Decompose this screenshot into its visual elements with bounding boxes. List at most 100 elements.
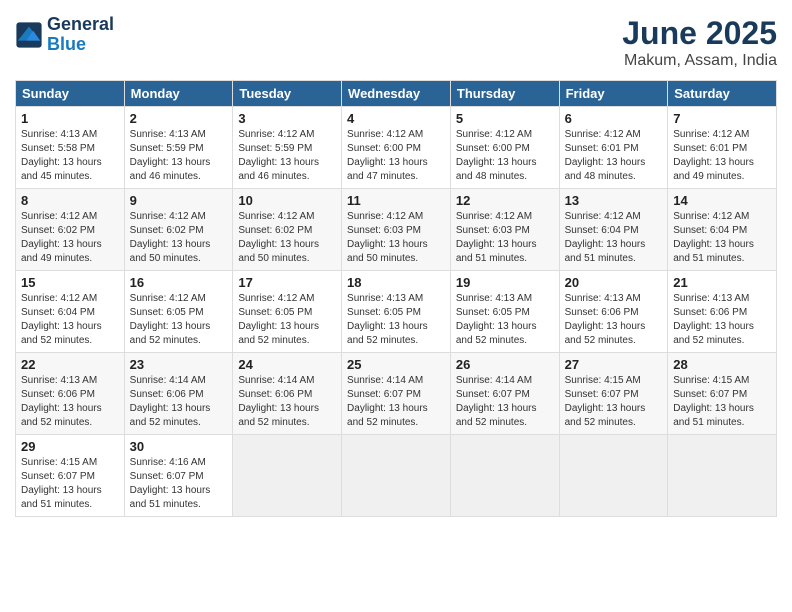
calendar-week-row: 15Sunrise: 4:12 AM Sunset: 6:04 PM Dayli… — [16, 271, 777, 353]
calendar-day-cell: 29 Sunrise: 4:15 AM Sunset: 6:07 PM Dayli… — [16, 435, 125, 517]
logo: General Blue — [15, 15, 114, 55]
day-number: 11 — [347, 193, 445, 208]
calendar-day-cell — [450, 435, 559, 517]
calendar-day-cell: 24Sunrise: 4:14 AM Sunset: 6:06 PM Dayli… — [233, 353, 342, 435]
day-info: Sunrise: 4:12 AM Sunset: 6:01 PM Dayligh… — [565, 128, 663, 184]
day-info: Sunrise: 4:12 AM Sunset: 6:00 PM Dayligh… — [456, 128, 554, 184]
calendar-day-cell: 17 Sunrise: 4:12 AM Sunset: 6:05 PM Dayli… — [233, 271, 342, 353]
weekday-header-row: SundayMondayTuesdayWednesdayThursdayFrid… — [16, 81, 777, 107]
day-info: Sunrise: 4:12 AM Sunset: 6:00 PM Dayligh… — [347, 128, 445, 184]
calendar-day-cell: 11 Sunrise: 4:12 AM Sunset: 6:03 PM Dayli… — [342, 189, 451, 271]
calendar-day-cell: 2Sunrise: 4:13 AM Sunset: 5:59 PM Daylig… — [124, 107, 233, 189]
calendar-day-cell: 19 Sunrise: 4:13 AM Sunset: 6:05 PM Dayli… — [450, 271, 559, 353]
calendar-day-cell: 4 Sunrise: 4:12 AM Sunset: 6:00 PM Daylig… — [342, 107, 451, 189]
day-number: 14 — [673, 193, 771, 208]
day-number: 27 — [565, 357, 663, 372]
day-info: Sunrise: 4:12 AM Sunset: 6:05 PM Dayligh… — [130, 292, 228, 348]
header: General Blue June 2025 Makum, Assam, Ind… — [15, 15, 777, 70]
logo-text: General Blue — [47, 15, 114, 55]
day-number: 21 — [673, 275, 771, 290]
calendar-day-cell — [559, 435, 668, 517]
day-info: Sunrise: 4:12 AM Sunset: 6:02 PM Dayligh… — [130, 210, 228, 266]
calendar-day-cell: 18 Sunrise: 4:13 AM Sunset: 6:05 PM Dayli… — [342, 271, 451, 353]
day-info: Sunrise: 4:13 AM Sunset: 6:05 PM Dayligh… — [456, 292, 554, 348]
calendar-day-cell: 25Sunrise: 4:14 AM Sunset: 6:07 PM Dayli… — [342, 353, 451, 435]
weekday-header-cell: Tuesday — [233, 81, 342, 107]
location-subtitle: Makum, Assam, India — [622, 52, 777, 70]
calendar-body: 1Sunrise: 4:13 AM Sunset: 5:58 PM Daylig… — [16, 107, 777, 517]
day-number: 17 — [238, 275, 336, 290]
calendar-day-cell: 15Sunrise: 4:12 AM Sunset: 6:04 PM Dayli… — [16, 271, 125, 353]
day-info: Sunrise: 4:14 AM Sunset: 6:07 PM Dayligh… — [456, 374, 554, 430]
day-info: Sunrise: 4:12 AM Sunset: 6:02 PM Dayligh… — [21, 210, 119, 266]
calendar-day-cell: 12 Sunrise: 4:12 AM Sunset: 6:03 PM Dayli… — [450, 189, 559, 271]
calendar-day-cell: 16 Sunrise: 4:12 AM Sunset: 6:05 PM Dayli… — [124, 271, 233, 353]
calendar-week-row: 8Sunrise: 4:12 AM Sunset: 6:02 PM Daylig… — [16, 189, 777, 271]
day-info: Sunrise: 4:12 AM Sunset: 6:03 PM Dayligh… — [456, 210, 554, 266]
day-number: 16 — [130, 275, 228, 290]
day-number: 5 — [456, 111, 554, 126]
calendar-day-cell: 30 Sunrise: 4:16 AM Sunset: 6:07 PM Dayli… — [124, 435, 233, 517]
weekday-header-cell: Saturday — [668, 81, 777, 107]
calendar-day-cell: 14 Sunrise: 4:12 AM Sunset: 6:04 PM Dayli… — [668, 189, 777, 271]
weekday-header-cell: Friday — [559, 81, 668, 107]
day-number: 19 — [456, 275, 554, 290]
calendar-day-cell: 26Sunrise: 4:14 AM Sunset: 6:07 PM Dayli… — [450, 353, 559, 435]
calendar-day-cell — [233, 435, 342, 517]
day-number: 23 — [130, 357, 228, 372]
calendar-day-cell: 5 Sunrise: 4:12 AM Sunset: 6:00 PM Daylig… — [450, 107, 559, 189]
day-info: Sunrise: 4:12 AM Sunset: 6:04 PM Dayligh… — [565, 210, 663, 266]
day-info: Sunrise: 4:13 AM Sunset: 5:58 PM Dayligh… — [21, 128, 119, 184]
calendar-day-cell: 7 Sunrise: 4:12 AM Sunset: 6:01 PM Daylig… — [668, 107, 777, 189]
day-info: Sunrise: 4:12 AM Sunset: 6:05 PM Dayligh… — [238, 292, 336, 348]
calendar-day-cell: 27 Sunrise: 4:15 AM Sunset: 6:07 PM Dayli… — [559, 353, 668, 435]
weekday-header-cell: Sunday — [16, 81, 125, 107]
day-number: 18 — [347, 275, 445, 290]
calendar-day-cell — [668, 435, 777, 517]
month-title: June 2025 — [622, 15, 777, 52]
calendar-day-cell: 28 Sunrise: 4:15 AM Sunset: 6:07 PM Dayli… — [668, 353, 777, 435]
calendar-container: General Blue June 2025 Makum, Assam, Ind… — [0, 0, 792, 612]
day-info: Sunrise: 4:13 AM Sunset: 6:05 PM Dayligh… — [347, 292, 445, 348]
day-number: 22 — [21, 357, 119, 372]
title-area: June 2025 Makum, Assam, India — [622, 15, 777, 70]
day-number: 12 — [456, 193, 554, 208]
day-number: 9 — [130, 193, 228, 208]
weekday-header-cell: Thursday — [450, 81, 559, 107]
logo-icon — [15, 21, 43, 49]
calendar-week-row: 1Sunrise: 4:13 AM Sunset: 5:58 PM Daylig… — [16, 107, 777, 189]
day-number: 25 — [347, 357, 445, 372]
day-number: 24 — [238, 357, 336, 372]
day-number: 30 — [130, 439, 228, 454]
day-info: Sunrise: 4:13 AM Sunset: 5:59 PM Dayligh… — [130, 128, 228, 184]
day-info: Sunrise: 4:13 AM Sunset: 6:06 PM Dayligh… — [565, 292, 663, 348]
day-number: 28 — [673, 357, 771, 372]
calendar-day-cell: 9 Sunrise: 4:12 AM Sunset: 6:02 PM Daylig… — [124, 189, 233, 271]
calendar-day-cell: 21Sunrise: 4:13 AM Sunset: 6:06 PM Dayli… — [668, 271, 777, 353]
calendar-week-row: 22 Sunrise: 4:13 AM Sunset: 6:06 PM Dayli… — [16, 353, 777, 435]
day-info: Sunrise: 4:13 AM Sunset: 6:06 PM Dayligh… — [21, 374, 119, 430]
day-info: Sunrise: 4:12 AM Sunset: 6:04 PM Dayligh… — [673, 210, 771, 266]
day-info: Sunrise: 4:12 AM Sunset: 6:03 PM Dayligh… — [347, 210, 445, 266]
day-info: Sunrise: 4:15 AM Sunset: 6:07 PM Dayligh… — [21, 456, 119, 512]
calendar-day-cell: 23Sunrise: 4:14 AM Sunset: 6:06 PM Dayli… — [124, 353, 233, 435]
calendar-day-cell: 10Sunrise: 4:12 AM Sunset: 6:02 PM Dayli… — [233, 189, 342, 271]
day-info: Sunrise: 4:15 AM Sunset: 6:07 PM Dayligh… — [565, 374, 663, 430]
calendar-day-cell: 22 Sunrise: 4:13 AM Sunset: 6:06 PM Dayli… — [16, 353, 125, 435]
day-info: Sunrise: 4:12 AM Sunset: 6:01 PM Dayligh… — [673, 128, 771, 184]
day-number: 20 — [565, 275, 663, 290]
day-info: Sunrise: 4:12 AM Sunset: 6:04 PM Dayligh… — [21, 292, 119, 348]
day-number: 29 — [21, 439, 119, 454]
day-number: 6 — [565, 111, 663, 126]
day-number: 7 — [673, 111, 771, 126]
day-number: 4 — [347, 111, 445, 126]
weekday-header-cell: Wednesday — [342, 81, 451, 107]
day-info: Sunrise: 4:15 AM Sunset: 6:07 PM Dayligh… — [673, 374, 771, 430]
calendar-day-cell: 3Sunrise: 4:12 AM Sunset: 5:59 PM Daylig… — [233, 107, 342, 189]
calendar-table: SundayMondayTuesdayWednesdayThursdayFrid… — [15, 80, 777, 517]
day-info: Sunrise: 4:16 AM Sunset: 6:07 PM Dayligh… — [130, 456, 228, 512]
calendar-week-row: 29 Sunrise: 4:15 AM Sunset: 6:07 PM Dayli… — [16, 435, 777, 517]
calendar-day-cell: 8Sunrise: 4:12 AM Sunset: 6:02 PM Daylig… — [16, 189, 125, 271]
calendar-day-cell: 6 Sunrise: 4:12 AM Sunset: 6:01 PM Daylig… — [559, 107, 668, 189]
logo-line1: General — [47, 15, 114, 35]
